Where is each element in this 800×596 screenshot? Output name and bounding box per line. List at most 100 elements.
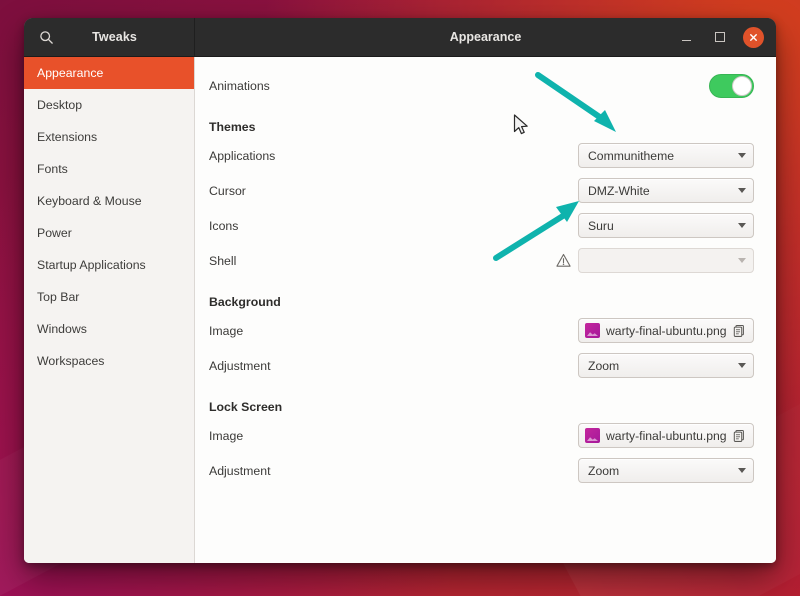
sidebar-item-label: Startup Applications bbox=[37, 258, 146, 272]
image-thumbnail-icon bbox=[585, 428, 600, 443]
shell-label: Shell bbox=[209, 253, 237, 268]
sidebar-item-fonts[interactable]: Fonts bbox=[24, 153, 194, 185]
row-theme-shell: Shell bbox=[209, 246, 754, 275]
applications-label: Applications bbox=[209, 148, 276, 163]
lock-screen-image-filename: warty-final-ubuntu.png bbox=[606, 428, 727, 443]
sidebar: Appearance Desktop Extensions Fonts Keyb… bbox=[24, 57, 195, 563]
background-image-filechooser[interactable]: warty-final-ubuntu.png bbox=[578, 318, 754, 343]
window-controls bbox=[675, 26, 776, 48]
cursor-label: Cursor bbox=[209, 183, 246, 198]
cursor-control: DMZ-White bbox=[578, 178, 754, 203]
sidebar-item-label: Workspaces bbox=[37, 354, 105, 368]
maximize-button[interactable] bbox=[709, 26, 731, 48]
chevron-down-icon bbox=[738, 468, 746, 473]
background-adjustment-value: Zoom bbox=[588, 358, 620, 373]
app-title: Tweaks bbox=[92, 30, 137, 44]
headerbar-right: Appearance bbox=[195, 18, 776, 56]
search-icon bbox=[39, 30, 54, 45]
chevron-down-icon bbox=[738, 258, 746, 263]
applications-theme-combobox[interactable]: Communitheme bbox=[578, 143, 754, 168]
row-background-adjustment: Adjustment Zoom bbox=[209, 351, 754, 380]
headerbar-left: Tweaks bbox=[24, 18, 195, 56]
icons-theme-combobox[interactable]: Suru bbox=[578, 213, 754, 238]
applications-theme-value: Communitheme bbox=[588, 148, 675, 163]
window-body: Appearance Desktop Extensions Fonts Keyb… bbox=[24, 57, 776, 563]
minimize-button[interactable] bbox=[675, 26, 697, 48]
sidebar-item-label: Top Bar bbox=[37, 290, 80, 304]
shell-control bbox=[556, 248, 754, 273]
sidebar-item-appearance[interactable]: Appearance bbox=[24, 57, 194, 89]
close-icon bbox=[748, 32, 759, 43]
lock-screen-adjustment-control: Zoom bbox=[578, 458, 754, 483]
icons-control: Suru bbox=[578, 213, 754, 238]
lock-screen-adjustment-combobox[interactable]: Zoom bbox=[578, 458, 754, 483]
icons-theme-value: Suru bbox=[588, 218, 614, 233]
sidebar-item-workspaces[interactable]: Workspaces bbox=[24, 345, 194, 377]
background-heading: Background bbox=[209, 294, 281, 309]
sidebar-item-extensions[interactable]: Extensions bbox=[24, 121, 194, 153]
sidebar-item-top-bar[interactable]: Top Bar bbox=[24, 281, 194, 313]
settings-rows: Animations Themes Applications Communith… bbox=[195, 57, 776, 485]
cursor-theme-combobox[interactable]: DMZ-White bbox=[578, 178, 754, 203]
animations-label: Animations bbox=[209, 78, 270, 93]
document-icon bbox=[733, 324, 747, 337]
sidebar-item-label: Extensions bbox=[37, 130, 98, 144]
lock-screen-image-label: Image bbox=[209, 428, 244, 443]
sidebar-item-label: Fonts bbox=[37, 162, 68, 176]
sidebar-item-label: Keyboard & Mouse bbox=[37, 194, 142, 208]
sidebar-item-label: Windows bbox=[37, 322, 87, 336]
close-button[interactable] bbox=[743, 26, 764, 48]
lock-screen-heading: Lock Screen bbox=[209, 399, 283, 414]
row-themes-heading: Themes bbox=[209, 112, 754, 141]
row-lock-screen-image: Image warty-final-ubuntu.png bbox=[209, 421, 754, 450]
window-headerbar: Tweaks Appearance bbox=[24, 18, 776, 57]
cursor-theme-value: DMZ-White bbox=[588, 183, 650, 198]
search-button[interactable] bbox=[29, 20, 63, 54]
sidebar-item-power[interactable]: Power bbox=[24, 217, 194, 249]
sidebar-item-label: Desktop bbox=[37, 98, 83, 112]
row-theme-applications: Applications Communitheme bbox=[209, 141, 754, 170]
row-lock-screen-adjustment: Adjustment Zoom bbox=[209, 456, 754, 485]
row-lock-screen-heading: Lock Screen bbox=[209, 392, 754, 421]
toggle-knob bbox=[732, 75, 752, 96]
warning-triangle-icon bbox=[556, 253, 571, 268]
background-image-control: warty-final-ubuntu.png bbox=[578, 318, 754, 343]
image-thumbnail-icon bbox=[585, 323, 600, 338]
background-adjustment-control: Zoom bbox=[578, 353, 754, 378]
themes-heading: Themes bbox=[209, 119, 256, 134]
animations-control bbox=[709, 73, 754, 98]
sidebar-item-label: Power bbox=[37, 226, 72, 240]
sidebar-item-windows[interactable]: Windows bbox=[24, 313, 194, 345]
chevron-down-icon bbox=[738, 223, 746, 228]
row-animations: Animations bbox=[209, 71, 754, 100]
row-background-image: Image warty-final-ubuntu.png bbox=[209, 316, 754, 345]
sidebar-item-desktop[interactable]: Desktop bbox=[24, 89, 194, 121]
icons-label: Icons bbox=[209, 218, 239, 233]
background-adjustment-combobox[interactable]: Zoom bbox=[578, 353, 754, 378]
desktop-background: Tweaks Appearance Appearance Desktop Ext… bbox=[0, 0, 800, 596]
background-adjustment-label: Adjustment bbox=[209, 358, 271, 373]
document-icon bbox=[733, 429, 747, 442]
lock-screen-image-control: warty-final-ubuntu.png bbox=[578, 423, 754, 448]
chevron-down-icon bbox=[738, 153, 746, 158]
lock-screen-image-filechooser[interactable]: warty-final-ubuntu.png bbox=[578, 423, 754, 448]
tweaks-window: Tweaks Appearance Appearance Desktop Ext… bbox=[24, 18, 776, 563]
background-image-label: Image bbox=[209, 323, 244, 338]
chevron-down-icon bbox=[738, 363, 746, 368]
sidebar-item-keyboard-and-mouse[interactable]: Keyboard & Mouse bbox=[24, 185, 194, 217]
animations-toggle[interactable] bbox=[709, 73, 754, 98]
sidebar-item-label: Appearance bbox=[37, 66, 104, 80]
row-background-heading: Background bbox=[209, 287, 754, 316]
row-theme-icons: Icons Suru bbox=[209, 211, 754, 240]
sidebar-item-startup-applications[interactable]: Startup Applications bbox=[24, 249, 194, 281]
row-theme-cursor: Cursor DMZ-White bbox=[209, 176, 754, 205]
appearance-settings-panel: Animations Themes Applications Communith… bbox=[195, 57, 776, 563]
background-image-filename: warty-final-ubuntu.png bbox=[606, 323, 727, 338]
lock-screen-adjustment-label: Adjustment bbox=[209, 463, 271, 478]
lock-screen-adjustment-value: Zoom bbox=[588, 463, 620, 478]
applications-control: Communitheme bbox=[578, 143, 754, 168]
chevron-down-icon bbox=[738, 188, 746, 193]
